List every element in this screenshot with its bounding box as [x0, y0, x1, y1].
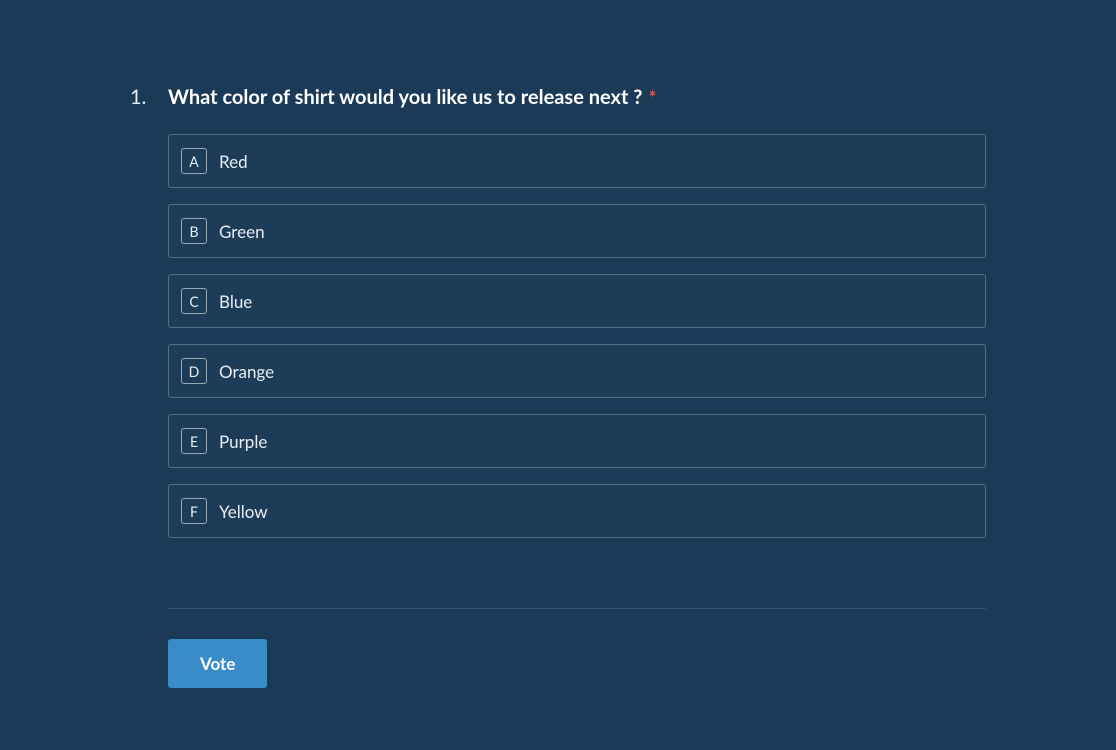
- vote-button[interactable]: Vote: [168, 639, 267, 688]
- option-label: Blue: [219, 291, 252, 312]
- option-key: A: [181, 148, 207, 174]
- question-text-wrap: What color of shirt would you like us to…: [168, 85, 656, 109]
- required-asterisk: *: [649, 86, 657, 108]
- option-label: Red: [219, 151, 248, 172]
- divider: [168, 608, 986, 609]
- option-key: C: [181, 288, 207, 314]
- option-b[interactable]: B Green: [168, 204, 986, 258]
- option-a[interactable]: A Red: [168, 134, 986, 188]
- question-number: 1.: [130, 85, 150, 109]
- option-key: B: [181, 218, 207, 244]
- question-text: What color of shirt would you like us to…: [168, 85, 642, 109]
- option-d[interactable]: D Orange: [168, 344, 986, 398]
- option-key: D: [181, 358, 207, 384]
- option-e[interactable]: E Purple: [168, 414, 986, 468]
- option-label: Green: [219, 221, 265, 242]
- option-f[interactable]: F Yellow: [168, 484, 986, 538]
- question-row: 1. What color of shirt would you like us…: [130, 85, 986, 109]
- options-container: A Red B Green C Blue D Orange E Purple F…: [168, 134, 986, 538]
- option-label: Purple: [219, 431, 267, 452]
- option-label: Orange: [219, 361, 274, 382]
- option-key: E: [181, 428, 207, 454]
- option-label: Yellow: [219, 501, 268, 522]
- option-key: F: [181, 498, 207, 524]
- survey-container: 1. What color of shirt would you like us…: [0, 0, 1116, 728]
- option-c[interactable]: C Blue: [168, 274, 986, 328]
